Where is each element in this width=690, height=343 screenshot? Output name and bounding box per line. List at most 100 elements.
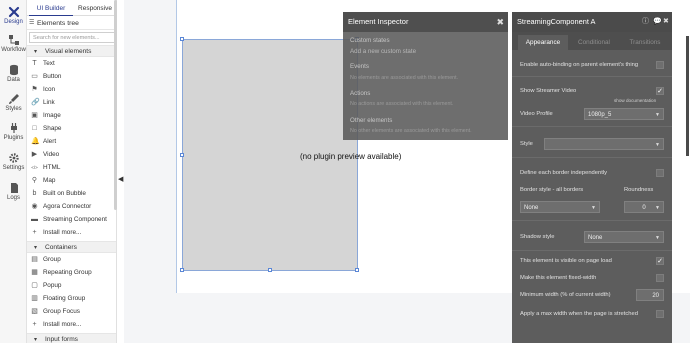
input-forms-section[interactable]: ▾ Input forms [27,333,116,343]
element-item-group[interactable]: ▤ Group [27,254,116,266]
fixed-width-checkbox[interactable] [656,274,664,282]
video-profile-dropdown[interactable]: 1080p_5 ▼ [584,108,664,120]
visual-elements-section[interactable]: ▾ Visual elements [27,45,116,57]
flag-icon: ⚑ [31,86,38,93]
nav-plugins[interactable]: Plugins [0,122,27,141]
bell-icon: 🔔 [31,138,40,145]
install-more-visual[interactable]: + Install more... [27,227,116,239]
video-profile-label: Video Profile [520,111,553,117]
nav-workflow[interactable]: Workflow [0,34,27,53]
shadow-style-label: Shadow style [520,234,555,240]
show-documentation-link[interactable]: show documentation [614,98,656,103]
info-icon[interactable]: ⓘ [642,12,649,32]
nav-design[interactable]: Design [0,6,27,25]
show-streamer-video-checkbox[interactable]: ✓ [656,87,664,95]
border-style-value: None [524,205,539,211]
element-item-video[interactable]: ▶ Video [27,149,116,161]
tab-ui-builder[interactable]: UI Builder [29,2,73,16]
item-label: Group [43,256,61,263]
property-editor-title: StreamingComponent A [517,17,596,26]
nav-settings[interactable]: Settings [0,152,27,171]
define-border-checkbox[interactable] [656,169,664,177]
min-width-input[interactable]: 20 [636,289,664,301]
element-item-repeating-group[interactable]: ▦ Repeating Group [27,267,116,279]
auto-binding-checkbox[interactable] [656,61,664,69]
popup-icon: ▢ [31,282,38,289]
element-item-map[interactable]: ⚲ Map [27,175,116,187]
stream-icon: ▬ [31,216,38,223]
element-item-shape[interactable]: □ Shape [27,123,116,135]
element-item-built-on-bubble[interactable]: b Built on Bubble [27,188,116,200]
containers-section[interactable]: ▾ Containers [27,241,116,253]
plus-icon: + [32,321,37,328]
element-item-html[interactable]: </> HTML [27,162,116,174]
shadow-style-value: None [588,235,603,241]
nav-data[interactable]: Data [0,64,27,83]
inspector-title[interactable]: Element Inspector ✖ [343,12,508,32]
tab-transitions[interactable]: Transitions [620,35,670,50]
video-profile-value: 1080p_5 [588,112,612,118]
element-item-agora-connector[interactable]: ◉ Agora Connector [27,201,116,213]
element-item-streaming-component[interactable]: ▬ Streaming Component [27,214,116,226]
visible-on-load-checkbox[interactable]: ✓ [656,257,664,265]
item-label: Agora Connector [43,203,92,210]
tab-appearance[interactable]: Appearance [518,35,568,50]
shadow-style-dropdown[interactable]: None ▼ [584,231,664,243]
element-item-group-focus[interactable]: ▧ Group Focus [27,306,116,318]
item-label: Repeating Group [43,269,92,276]
button-icon: ▭ [31,73,38,80]
element-item-image[interactable]: ▣ Image [27,110,116,122]
link-icon: 🔗 [31,99,40,106]
resize-handle-br[interactable] [355,268,359,272]
roundness-label: Roundness [624,187,654,193]
item-label: Built on Bubble [43,190,86,197]
element-item-button[interactable]: ▭ Button [27,71,116,83]
property-scrollbar[interactable] [686,36,689,156]
property-editor-header[interactable]: StreamingComponent A ⓘ 💬 ✖ [512,12,672,32]
border-style-dropdown[interactable]: None ▼ [520,201,600,213]
resize-handle-bl[interactable] [180,268,184,272]
section-label: Input forms [45,336,78,343]
elements-tree-toggle[interactable]: Elements tree [27,17,116,30]
tab-responsive[interactable]: Responsive [73,2,116,16]
item-label: Popup [43,282,62,289]
divider [512,250,672,251]
element-item-text[interactable]: T Text [27,58,116,70]
chevron-down-icon: ▼ [655,235,660,241]
nav-logs[interactable]: Logs [0,182,27,201]
chevron-down-icon: ▼ [591,205,596,211]
style-dropdown[interactable]: ▼ [544,138,664,150]
tab-conditional[interactable]: Conditional [570,35,618,50]
element-item-link[interactable]: 🔗 Link [27,97,116,109]
resize-handle-tl[interactable] [180,37,184,41]
item-label: Map [43,177,56,184]
caret-down-icon: ▾ [34,49,38,55]
close-icon[interactable]: ✖ [663,12,669,32]
close-icon[interactable]: ✖ [496,12,504,32]
element-search-input[interactable]: Search for new elements... [29,32,115,43]
comment-icon[interactable]: 💬 [653,12,662,32]
item-label: Alert [43,138,57,145]
chevron-down-icon: ▼ [655,112,660,118]
resize-handle-b[interactable] [268,268,272,272]
auto-binding-label: Enable auto-binding on parent element's … [520,62,639,68]
panel-scrollbar[interactable] [114,0,117,210]
install-more-containers[interactable]: + Install more... [27,319,116,331]
show-streamer-video-label: Show Streamer Video [520,88,577,94]
max-width-checkbox[interactable] [656,310,664,318]
element-item-icon[interactable]: ⚑ Icon [27,84,116,96]
element-item-alert[interactable]: 🔔 Alert [27,136,116,148]
element-item-floating-group[interactable]: ▥ Floating Group [27,293,116,305]
item-label: Link [43,99,55,106]
item-label: Group Focus [43,308,80,315]
other-empty-text: No other elements are associated with th… [350,128,472,134]
brush-icon [8,94,19,104]
text-icon: T [32,60,37,67]
add-custom-state-link[interactable]: Add a new custom state [350,48,416,55]
section-label: Visual elements [45,48,92,55]
min-width-label: Minimum width (% of current width) [520,292,611,298]
nav-styles[interactable]: Styles [0,93,27,112]
roundness-dropdown[interactable]: 0 ▼ [624,201,664,213]
element-item-popup[interactable]: ▢ Popup [27,280,116,292]
resize-handle-l[interactable] [180,153,184,157]
